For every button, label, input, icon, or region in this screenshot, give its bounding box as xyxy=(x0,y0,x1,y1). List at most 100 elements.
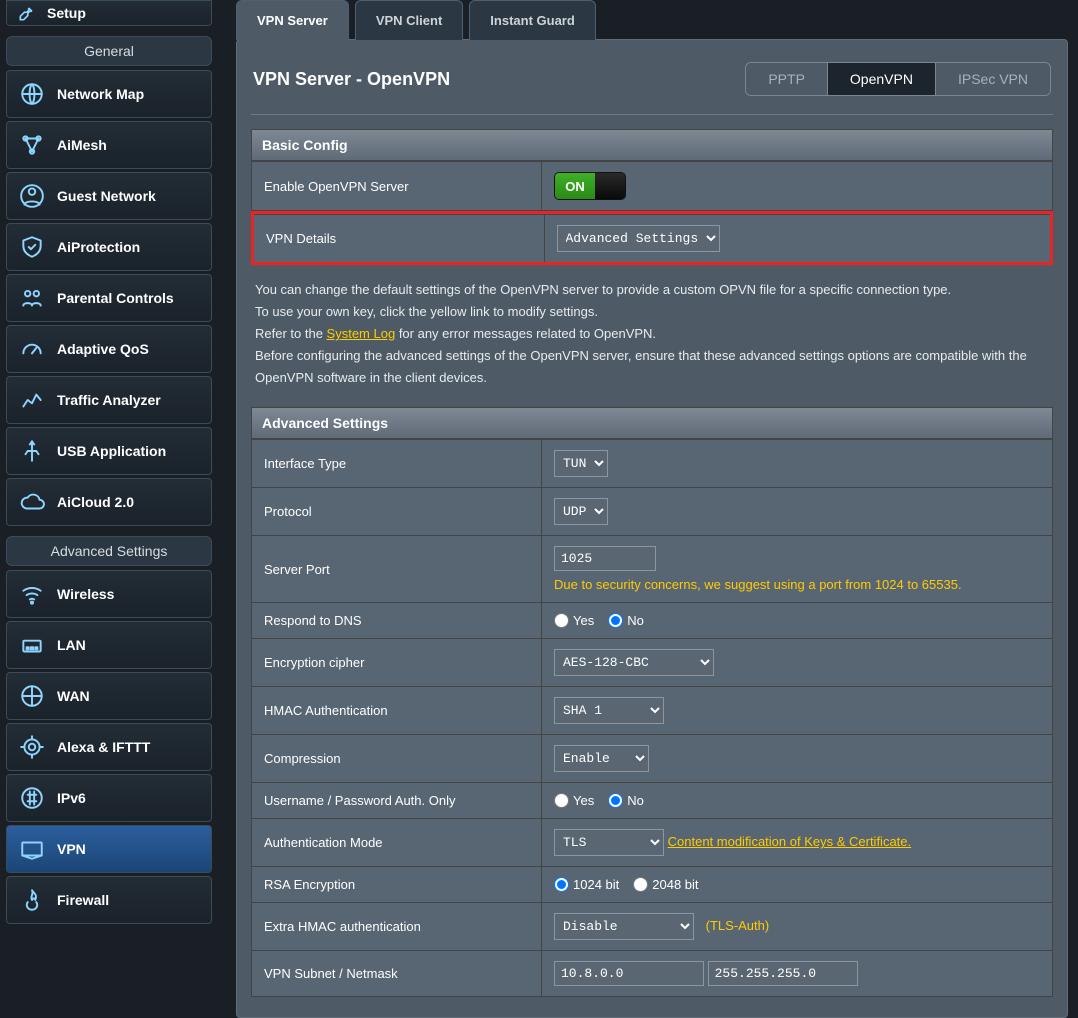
sidebar-item-ipv6[interactable]: IPv6 xyxy=(6,774,212,822)
sidebar-item-vpn[interactable]: VPN xyxy=(6,825,212,873)
sidebar-item-label: Traffic Analyzer xyxy=(57,392,161,408)
rsa-2048[interactable]: 2048 bit xyxy=(633,877,698,892)
mesh-icon xyxy=(17,130,47,160)
system-log-link[interactable]: System Log xyxy=(327,326,396,341)
extra-hmac-label: Extra HMAC authentication xyxy=(252,903,542,951)
sidebar-item-guest-network[interactable]: Guest Network xyxy=(6,172,212,220)
usb-icon xyxy=(17,436,47,466)
sidebar: Setup General Network Map AiMesh Guest Net… xyxy=(0,0,218,1018)
auth-mode-label: Authentication Mode xyxy=(252,819,542,867)
respond-dns-yes[interactable]: Yes xyxy=(554,613,594,628)
sidebar-item-label: VPN xyxy=(57,841,86,857)
traffic-icon xyxy=(17,385,47,415)
sidebar-item-lan[interactable]: LAN xyxy=(6,621,212,669)
sidebar-item-label: Network Map xyxy=(57,86,144,102)
sidebar-item-label: AiMesh xyxy=(57,137,107,153)
sidebar-item-adaptive-qos[interactable]: Adaptive QoS xyxy=(6,325,212,373)
sidebar-item-label: USB Application xyxy=(57,443,166,459)
sidebar-item-label: WAN xyxy=(57,688,90,704)
userpass-label: Username / Password Auth. Only xyxy=(252,783,542,819)
sidebar-item-label: Setup xyxy=(47,5,86,21)
tab-instant-guard[interactable]: Instant Guard xyxy=(469,0,596,40)
vpn-details-highlight: VPN Details Advanced Settings xyxy=(251,211,1053,265)
advanced-table: Interface Type TUN Protocol UDP Server P… xyxy=(251,439,1053,997)
vpn-details-label: VPN Details xyxy=(254,215,544,263)
sidebar-item-label: Parental Controls xyxy=(57,290,174,306)
sidebar-item-label: IPv6 xyxy=(57,790,86,806)
sidebar-item-network-map[interactable]: Network Map xyxy=(6,70,212,118)
globe-icon xyxy=(17,79,47,109)
toggle-on-label: ON xyxy=(555,173,595,199)
main-content: VPN ServerVPN ClientInstant Guard VPN Se… xyxy=(218,0,1078,1018)
subnet-input[interactable] xyxy=(554,961,704,986)
rsa-label: RSA Encryption xyxy=(252,867,542,903)
pill-pptp[interactable]: PPTP xyxy=(746,63,828,95)
extra-hmac-select[interactable]: Disable xyxy=(554,913,694,940)
extra-hmac-hint: (TLS-Auth) xyxy=(706,918,770,933)
tab-vpn-client[interactable]: VPN Client xyxy=(355,0,463,40)
server-port-note: Due to security concerns, we suggest usi… xyxy=(554,577,1040,592)
sidebar-item-aimesh[interactable]: AiMesh xyxy=(6,121,212,169)
ipv6-icon xyxy=(17,783,47,813)
auth-mode-select[interactable]: TLS xyxy=(554,829,664,856)
sidebar-item-aicloud-2-0[interactable]: AiCloud 2.0 xyxy=(6,478,212,526)
sidebar-item-label: Firewall xyxy=(57,892,109,908)
compression-select[interactable]: Enable xyxy=(554,745,649,772)
interface-type-label: Interface Type xyxy=(252,440,542,488)
gauge-icon xyxy=(17,334,47,364)
cloud-icon xyxy=(17,487,47,517)
sidebar-item-label: Adaptive QoS xyxy=(57,341,149,357)
guest-icon xyxy=(17,181,47,211)
userpass-yes[interactable]: Yes xyxy=(554,793,594,808)
cipher-label: Encryption cipher xyxy=(252,639,542,687)
sidebar-item-usb-application[interactable]: USB Application xyxy=(6,427,212,475)
sidebar-item-label: Wireless xyxy=(57,586,114,602)
enable-openvpn-toggle[interactable]: ON xyxy=(554,172,626,200)
sidebar-header-advanced: Advanced Settings xyxy=(6,536,212,566)
sidebar-item-label: Alexa & IFTTT xyxy=(57,739,150,755)
hmac-label: HMAC Authentication xyxy=(252,687,542,735)
server-port-input[interactable] xyxy=(554,546,656,571)
sidebar-item-parental-controls[interactable]: Parental Controls xyxy=(6,274,212,322)
sidebar-item-label: AiProtection xyxy=(57,239,140,255)
shield-icon xyxy=(17,232,47,262)
protocol-select[interactable]: UDP xyxy=(554,498,608,525)
keys-cert-link[interactable]: Content modification of Keys & Certifica… xyxy=(668,834,912,849)
respond-dns-label: Respond to DNS xyxy=(252,603,542,639)
respond-dns-no[interactable]: No xyxy=(608,613,644,628)
sidebar-item-firewall[interactable]: Firewall xyxy=(6,876,212,924)
sidebar-item-alexa-ifttt[interactable]: Alexa & IFTTT xyxy=(6,723,212,771)
info-text: You can change the default settings of t… xyxy=(251,265,1053,407)
wan-icon xyxy=(17,681,47,711)
sidebar-item-label: LAN xyxy=(57,637,86,653)
sidebar-item-traffic-analyzer[interactable]: Traffic Analyzer xyxy=(6,376,212,424)
enable-openvpn-label: Enable OpenVPN Server xyxy=(252,162,542,211)
toggle-knob xyxy=(595,173,625,199)
sidebar-item-wireless[interactable]: Wireless xyxy=(6,570,212,618)
rsa-1024[interactable]: 1024 bit xyxy=(554,877,619,892)
userpass-no[interactable]: No xyxy=(608,793,644,808)
wifi-icon xyxy=(17,579,47,609)
panel: VPN Server - OpenVPN PPTPOpenVPNIPSec VP… xyxy=(236,39,1068,1018)
sidebar-item-label: Guest Network xyxy=(57,188,156,204)
netmask-input[interactable] xyxy=(708,961,858,986)
server-port-label: Server Port xyxy=(252,536,542,603)
hmac-select[interactable]: SHA 1 xyxy=(554,697,664,724)
sidebar-item-wan[interactable]: WAN xyxy=(6,672,212,720)
cipher-select[interactable]: AES-128-CBC xyxy=(554,649,714,676)
vpn-mode-pills: PPTPOpenVPNIPSec VPN xyxy=(745,62,1051,96)
subnet-label: VPN Subnet / Netmask xyxy=(252,951,542,997)
sidebar-item-label: AiCloud 2.0 xyxy=(57,494,134,510)
family-icon xyxy=(17,283,47,313)
sidebar-header-general: General xyxy=(6,36,212,66)
wrench-icon xyxy=(17,3,37,23)
interface-type-select[interactable]: TUN xyxy=(554,450,608,477)
pill-ipsec-vpn[interactable]: IPSec VPN xyxy=(936,63,1050,95)
sidebar-item-aiprotection[interactable]: AiProtection xyxy=(6,223,212,271)
vpn-details-select[interactable]: Advanced Settings xyxy=(557,225,720,252)
alexa-icon xyxy=(17,732,47,762)
tabs: VPN ServerVPN ClientInstant Guard xyxy=(236,0,1068,40)
pill-openvpn[interactable]: OpenVPN xyxy=(828,63,936,95)
tab-vpn-server[interactable]: VPN Server xyxy=(236,0,349,40)
sidebar-item-setup[interactable]: Setup xyxy=(6,0,212,26)
